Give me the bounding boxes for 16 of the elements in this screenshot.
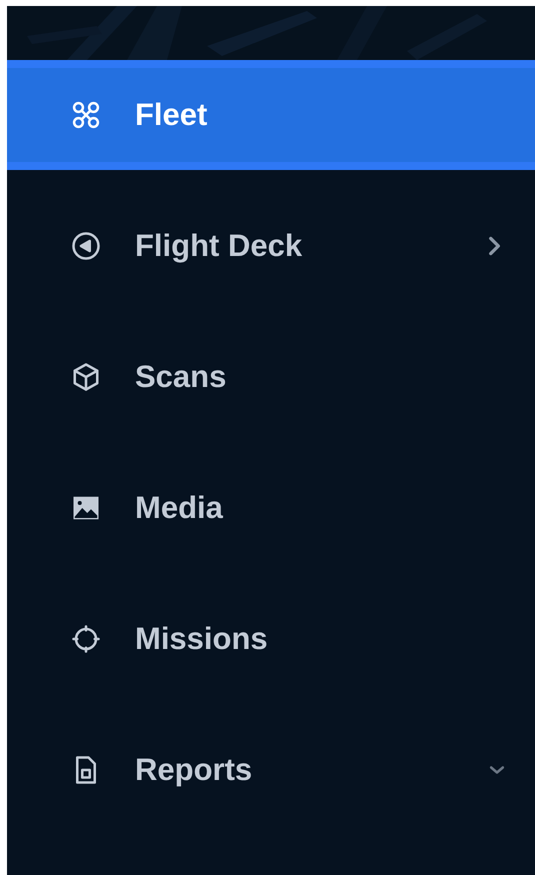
nav-item[interactable]: Scans <box>7 322 535 432</box>
nav-item[interactable]: Reports <box>7 715 535 825</box>
cube-icon <box>71 362 101 392</box>
nav-item[interactable]: Fleet <box>7 60 535 170</box>
drone-icon <box>71 100 101 130</box>
nav-label: Media <box>135 490 224 526</box>
nav-item[interactable]: Media <box>7 453 535 563</box>
nav-label: Scans <box>135 359 228 395</box>
nav-label: Flight Deck <box>135 228 304 264</box>
nav-item[interactable]: Missions <box>7 584 535 694</box>
nav-label: Reports <box>135 752 254 788</box>
nav-label: Fleet <box>135 97 208 133</box>
navigation-icon <box>71 231 101 261</box>
nav-item[interactable]: Flight Deck <box>7 191 535 301</box>
nav-label: Missions <box>135 621 269 657</box>
crosshair-icon <box>71 624 101 654</box>
